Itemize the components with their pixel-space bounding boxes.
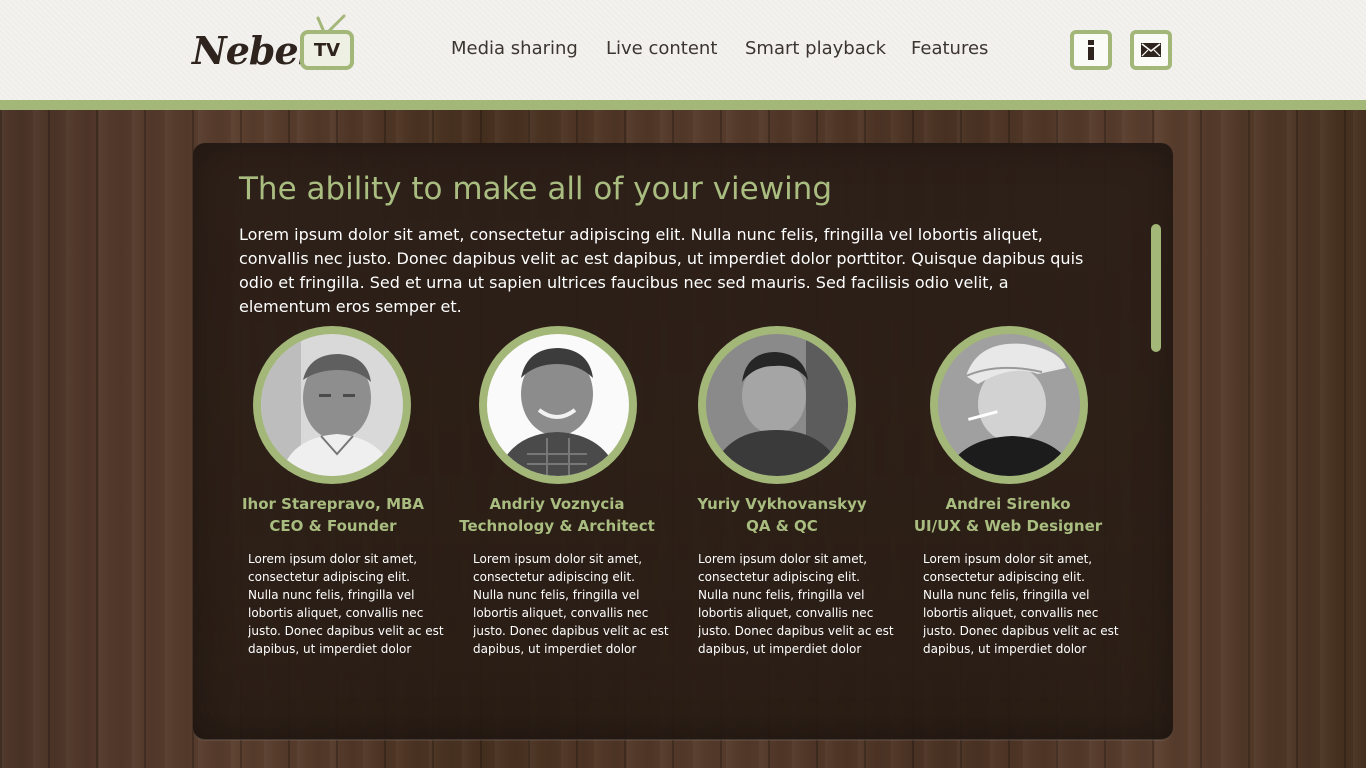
member-role: Technology & Architect [459, 517, 655, 535]
member-name: Andrei Sirenko [945, 495, 1071, 513]
intro-text: Lorem ipsum dolor sit amet, consectetur … [239, 225, 1084, 316]
avatar [479, 326, 637, 484]
member-name: Andriy Voznycia [489, 495, 625, 513]
member-role: QA & QC [746, 517, 818, 535]
member-role: UI/UX & Web Designer [913, 517, 1103, 535]
site-header: Nebel. TV Media sharing Live content Sma… [0, 0, 1366, 100]
member-bio: Lorem ipsum dolor sit amet, consectetur … [923, 552, 1119, 656]
avatar [698, 326, 856, 484]
logo-badge: TV [313, 40, 341, 61]
member-photo [487, 334, 629, 476]
member-photo [706, 334, 848, 476]
member-bio: Lorem ipsum dolor sit amet, consectetur … [248, 552, 444, 656]
member-photo [261, 334, 403, 476]
mail-icon [1141, 43, 1161, 57]
nav-item-media-sharing[interactable]: Media sharing [451, 38, 578, 59]
nav-item-live-content[interactable]: Live content [606, 38, 717, 59]
header-accent-bar [0, 100, 1366, 110]
site-logo[interactable]: Nebel. TV [192, 14, 367, 78]
nav-item-features[interactable]: Features [911, 38, 988, 59]
member-bio: Lorem ipsum dolor sit amet, consectetur … [473, 552, 669, 656]
nav-item-smart-playback[interactable]: Smart playback [745, 38, 886, 59]
member-photo [938, 334, 1080, 476]
member-role: CEO & Founder [269, 517, 397, 535]
about-panel: The ability to make all of your viewing … [193, 143, 1173, 740]
info-button[interactable] [1070, 30, 1112, 70]
member-name: Ihor Starepravo, MBA [241, 495, 425, 513]
tv-icon: TV [300, 30, 354, 70]
avatar [253, 326, 411, 484]
member-name: Yuriy Vykhovanskyy [697, 495, 867, 513]
info-icon [1088, 40, 1094, 60]
scrollbar-thumb[interactable] [1151, 224, 1161, 352]
contact-button[interactable] [1130, 30, 1172, 70]
member-bio: Lorem ipsum dolor sit amet, consectetur … [698, 552, 894, 656]
avatar [930, 326, 1088, 484]
page-title: The ability to make all of your viewing [239, 171, 833, 207]
